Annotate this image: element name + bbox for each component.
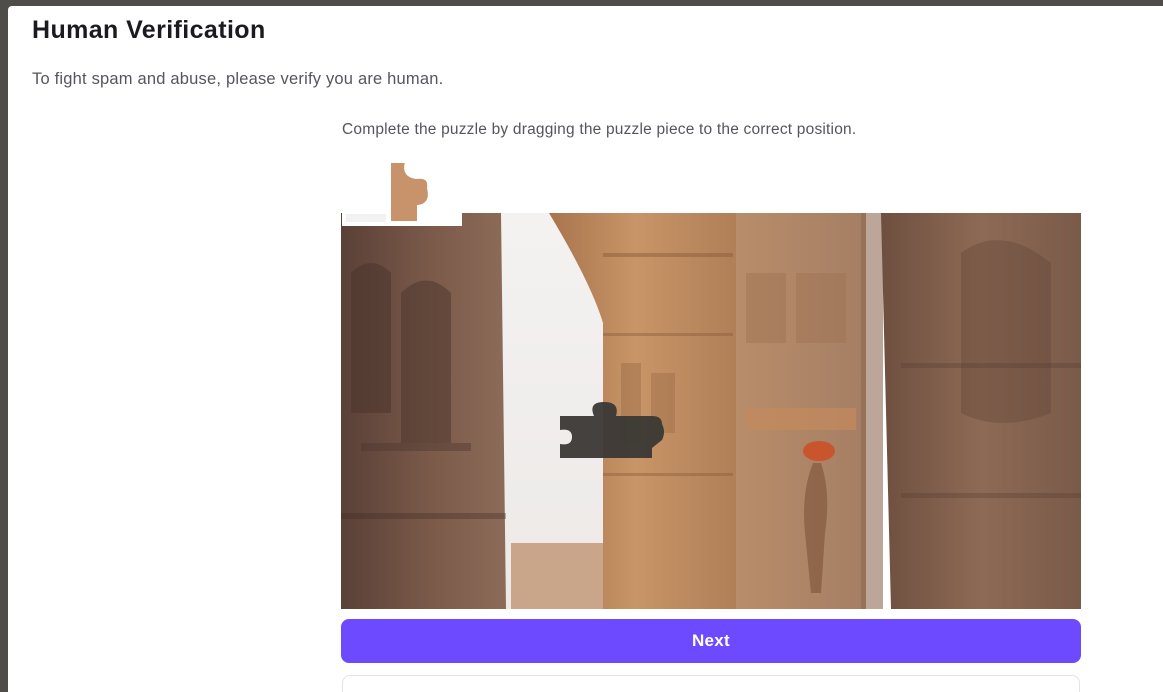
page-title: Human Verification [32,16,266,44]
next-button[interactable]: Next [341,619,1081,663]
page-subtitle: To fight spam and abuse, please verify y… [32,70,444,88]
puzzle-instruction: Complete the puzzle by dragging the puzz… [342,121,857,138]
verification-panel: Human Verification To fight spam and abu… [8,6,1163,692]
puzzle-target-slot [560,402,666,462]
puzzle-piece[interactable] [342,160,462,226]
temple-photo [341,213,1081,609]
puzzle-image [341,213,1081,609]
puzzle-slot-shape [560,402,664,458]
puzzle-piece-shape [342,160,462,226]
secondary-button[interactable] [342,675,1080,692]
